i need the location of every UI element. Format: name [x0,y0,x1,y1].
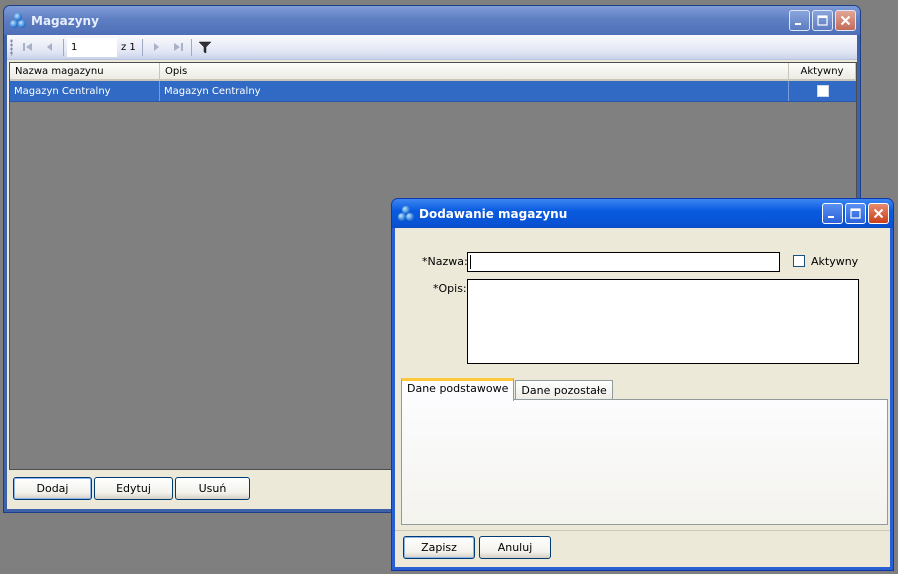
cancel-button[interactable]: Anuluj [479,536,551,559]
name-field[interactable] [467,252,780,272]
dialog-title: Dodawanie magazynu [419,206,568,221]
dialog-titlebar[interactable]: Dodawanie magazynu [392,199,893,228]
position-count: z 1 [121,41,136,53]
add-button[interactable]: Dodaj [13,477,92,500]
description-field[interactable] [467,279,859,364]
first-icon[interactable] [17,37,39,57]
toolbar-grip[interactable] [10,38,13,56]
main-titlebar[interactable]: Magazyny [4,6,860,35]
text-caret [470,255,471,269]
save-button[interactable]: Zapisz [403,536,475,559]
last-icon[interactable] [167,37,189,57]
active-checkbox[interactable] [816,85,829,97]
toolbar-separator [190,38,192,56]
navigator-toolbar: z 1 [7,35,857,60]
next-icon[interactable] [145,37,167,57]
tab-strip: Dane podstawowe Dane pozostałe [401,378,614,401]
tab-other-data[interactable]: Dane pozostałe [515,380,613,400]
dialog-client-area: *Nazwa: Aktywny *Opis: Dane podstawowe D… [395,228,890,567]
table-row[interactable]: Magazyn Centralny Magazyn Centralny [10,81,856,102]
active-checkbox[interactable] [793,255,805,267]
column-header-active[interactable]: Aktywny [789,63,856,79]
column-header-name[interactable]: Nazwa magazynu [10,63,160,79]
maximize-icon[interactable] [812,10,833,31]
active-label[interactable]: Aktywny [811,255,858,268]
edit-button[interactable]: Edytuj [94,477,173,500]
cell-active[interactable] [789,81,856,101]
dialog-button-bar: Zapisz Anuluj [395,530,890,567]
filter-icon[interactable] [194,37,216,57]
app-icon [9,12,27,30]
close-icon[interactable] [835,10,856,31]
toolbar-separator [63,38,64,56]
toolbar-separator [141,38,143,56]
close-icon[interactable] [868,203,889,224]
minimize-icon[interactable] [822,203,843,224]
delete-button[interactable]: Usuń [175,477,250,500]
name-label: *Nazwa: [422,255,468,268]
cell-name[interactable]: Magazyn Centralny [10,81,160,101]
app-icon [397,205,415,223]
column-header-description[interactable]: Opis [160,63,789,79]
description-label: *Opis: [433,282,467,295]
add-warehouse-dialog: Dodawanie magazynu *Nazwa: Aktywny *Opis… [391,198,894,571]
cell-description[interactable]: Magazyn Centralny [160,81,789,101]
grid-header: Nazwa magazynu Opis Aktywny [10,63,856,81]
tab-panel [401,399,888,525]
minimize-icon[interactable] [789,10,810,31]
main-window-title: Magazyny [31,13,99,28]
position-input[interactable] [67,37,117,57]
tab-basic-data[interactable]: Dane podstawowe [401,378,515,401]
previous-icon[interactable] [39,37,61,57]
maximize-icon[interactable] [845,203,866,224]
